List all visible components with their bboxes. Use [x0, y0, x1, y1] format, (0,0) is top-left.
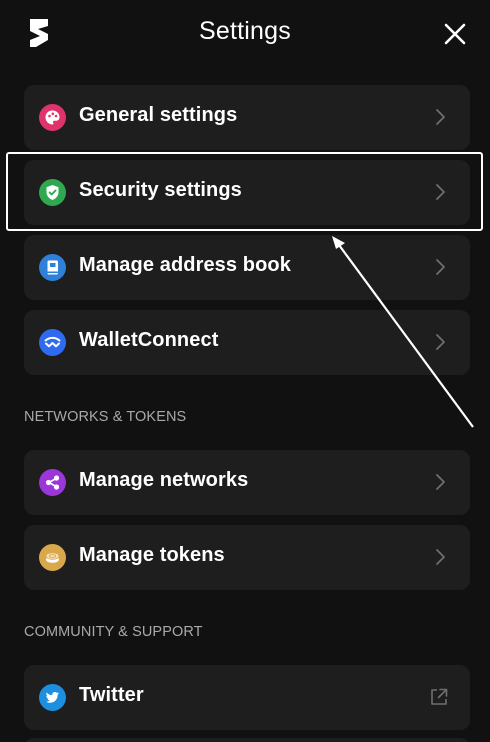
security-settings-item[interactable]: Security settings: [24, 160, 470, 225]
manage-address-book-item[interactable]: Manage address book: [24, 235, 470, 300]
chevron-right-icon: [436, 259, 445, 275]
twitter-bird-icon: [39, 684, 66, 711]
walletconnect-item[interactable]: WalletConnect: [24, 310, 470, 375]
manage-networks-label: Manage networks: [79, 469, 249, 491]
share-nodes-icon: [39, 469, 66, 496]
settings-panel: Settings General settings Security setti…: [0, 0, 490, 742]
walletconnect-label: WalletConnect: [79, 329, 219, 351]
close-icon[interactable]: [441, 20, 469, 48]
manage-address-book-label: Manage address book: [79, 254, 291, 276]
external-link-icon: [431, 688, 448, 705]
chevron-right-icon: [436, 109, 445, 125]
section-title-networks: NETWORKS & TOKENS: [24, 409, 187, 425]
shield-check-icon: [39, 179, 66, 206]
coins-icon: [39, 544, 66, 571]
manage-networks-item[interactable]: Manage networks: [24, 450, 470, 515]
list-item[interactable]: [24, 738, 470, 742]
header: Settings: [0, 0, 490, 66]
general-settings-item[interactable]: General settings: [24, 85, 470, 150]
security-settings-label: Security settings: [79, 179, 242, 201]
manage-tokens-label: Manage tokens: [79, 544, 225, 566]
twitter-item[interactable]: Twitter: [24, 665, 470, 730]
page-title: Settings: [199, 17, 291, 45]
paint-palette-icon: [39, 104, 66, 131]
walletconnect-icon: [39, 329, 66, 356]
chevron-right-icon: [436, 549, 445, 565]
manage-tokens-item[interactable]: Manage tokens: [24, 525, 470, 590]
general-settings-label: General settings: [79, 104, 238, 126]
section-title-community: COMMUNITY & SUPPORT: [24, 624, 203, 640]
address-book-icon: [39, 254, 66, 281]
chevron-right-icon: [436, 184, 445, 200]
chevron-right-icon: [436, 334, 445, 350]
chevron-right-icon: [436, 474, 445, 490]
twitter-label: Twitter: [79, 684, 144, 706]
